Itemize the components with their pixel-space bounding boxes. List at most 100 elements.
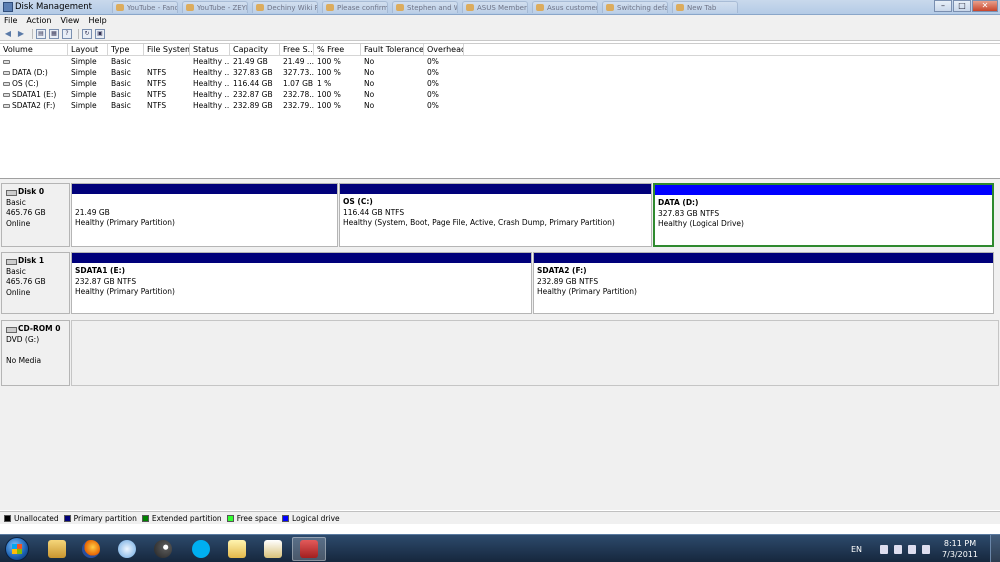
column-header-fault-tolerance[interactable]: Fault Tolerance: [361, 44, 424, 56]
help-icon[interactable]: ?: [62, 28, 72, 39]
legend-item-free-space: Free space: [226, 514, 277, 523]
rescan-disks-icon[interactable]: ▣: [95, 28, 105, 39]
partition-os-c[interactable]: OS (C:) 116.44 GB NTFS Healthy (System, …: [339, 183, 652, 247]
menu-action[interactable]: Action: [26, 15, 51, 27]
disk-management-app-icon: [3, 2, 13, 12]
minimize-button[interactable]: –: [934, 0, 952, 12]
column-header-capacity[interactable]: Capacity: [230, 44, 280, 56]
volume-type: Basic: [111, 68, 131, 77]
back-arrow-icon[interactable]: ◀: [3, 29, 13, 39]
background-browser-tab[interactable]: Asus customer ser...: [532, 1, 598, 13]
menu-view[interactable]: View: [60, 15, 79, 27]
windows-explorer-icon[interactable]: [40, 537, 74, 561]
maximize-button[interactable]: □: [953, 0, 971, 12]
partition-sdata2-f[interactable]: SDATA2 (F:) 232.89 GB NTFS Healthy (Prim…: [533, 252, 994, 314]
steam-icon[interactable]: [146, 537, 180, 561]
volume-type: Basic: [111, 90, 131, 99]
console-tree-icon[interactable]: ▤: [36, 28, 46, 39]
folder-documents-icon[interactable]: [256, 537, 290, 561]
title-bar: Disk Management YouTube - Fanc... YouTub…: [0, 0, 1000, 15]
disk-type: Basic: [6, 266, 26, 276]
background-browser-tab[interactable]: Dechiny Wiki Fan...: [252, 1, 318, 13]
volume-fault-tolerance: No: [364, 90, 375, 99]
volume-layout: Simple: [71, 101, 97, 110]
cdrom-name: CD-ROM 0: [6, 324, 69, 335]
partition-size: 327.83 GB NTFS: [658, 208, 720, 218]
volume-capacity: 21.49 GB: [233, 57, 268, 66]
volume-capacity: 232.87 GB: [233, 90, 273, 99]
partition-size: 21.49 GB: [75, 207, 110, 217]
partition-size: 116.44 GB NTFS: [343, 207, 405, 217]
disk-1-label[interactable]: Disk 1 Basic 465.76 GB Online: [1, 252, 70, 314]
folder-icon[interactable]: [220, 537, 254, 561]
volume-percent-free: 100 %: [317, 68, 341, 77]
firefox-icon[interactable]: [74, 537, 108, 561]
drive-icon: [3, 104, 10, 108]
legend: Unallocated Primary partition Extended p…: [0, 511, 1000, 524]
partition-name: SDATA2 (F:): [537, 266, 587, 275]
partition-status: Healthy (Primary Partition): [537, 287, 637, 296]
column-header-file-system[interactable]: File System: [144, 44, 190, 56]
column-header-percent-free[interactable]: % Free: [314, 44, 361, 56]
background-browser-tab[interactable]: YouTube - ZEYNE...: [182, 1, 248, 13]
background-browser-tab[interactable]: Stephen and Wom...: [392, 1, 458, 13]
skype-icon[interactable]: [184, 537, 218, 561]
menu-help[interactable]: Help: [88, 15, 106, 27]
table-row[interactable]: Simple Basic Healthy ... 21.49 GB 21.49 …: [0, 56, 1000, 67]
column-header-volume[interactable]: Volume: [0, 44, 68, 56]
volume-type: Basic: [111, 101, 131, 110]
volume-name: SDATA1 (E:): [12, 90, 57, 99]
table-row[interactable]: SDATA1 (E:) Simple Basic NTFS Healthy ..…: [0, 89, 1000, 100]
language-indicator[interactable]: EN: [851, 545, 862, 554]
menu-file[interactable]: File: [4, 15, 17, 27]
volume-file-system: NTFS: [147, 79, 167, 88]
network-icon[interactable]: [908, 544, 916, 554]
disk-status: Online: [6, 218, 31, 228]
column-header-overhead[interactable]: Overhead: [424, 44, 464, 56]
show-desktop-button[interactable]: [990, 535, 1000, 562]
column-header-free-space[interactable]: Free S...: [280, 44, 314, 56]
legend-item-extended-partition: Extended partition: [141, 513, 222, 523]
background-browser-tab[interactable]: Switching default ...: [602, 1, 668, 13]
disk-0-label[interactable]: Disk 0 Basic 465.76 GB Online: [1, 183, 70, 247]
column-header-type[interactable]: Type: [108, 44, 144, 56]
disk-name: Disk 1: [6, 256, 69, 267]
volume-status: Healthy ...: [193, 57, 230, 66]
partition-size: 232.87 GB NTFS: [75, 276, 137, 286]
disk-graphical-view: Disk 0 Basic 465.76 GB Online 21.49 GB H…: [0, 178, 1000, 510]
start-button[interactable]: [5, 537, 29, 561]
partition-data-d[interactable]: DATA (D:) 327.83 GB NTFS Healthy (Logica…: [653, 183, 994, 247]
table-row[interactable]: OS (C:) Simple Basic NTFS Healthy ... 11…: [0, 78, 1000, 89]
window-controls: – □ ✕: [933, 0, 998, 13]
window-title: Disk Management: [15, 2, 92, 12]
background-browser-tab[interactable]: YouTube - Fanc...: [112, 1, 178, 13]
disk-management-icon[interactable]: [292, 537, 326, 561]
partition-unlabeled[interactable]: 21.49 GB Healthy (Primary Partition): [71, 183, 338, 247]
volume-icon[interactable]: [922, 544, 930, 554]
properties-icon[interactable]: ▦: [49, 28, 59, 39]
disk-0-row: Disk 0 Basic 465.76 GB Online 21.49 GB H…: [0, 183, 1000, 247]
table-row[interactable]: DATA (D:) Simple Basic NTFS Healthy ... …: [0, 67, 1000, 78]
background-browser-tab[interactable]: ASUS Member Inc...: [462, 1, 528, 13]
background-browser-tab[interactable]: New Tab: [672, 1, 738, 13]
column-header-status[interactable]: Status: [190, 44, 230, 56]
action-center-flag-icon[interactable]: [880, 544, 888, 554]
itunes-icon[interactable]: [110, 537, 144, 561]
legend-label: Extended partition: [151, 513, 222, 523]
volume-overhead: 0%: [427, 90, 439, 99]
cdrom-0-label[interactable]: CD-ROM 0 DVD (G:) No Media: [1, 320, 70, 386]
table-row[interactable]: SDATA2 (F:) Simple Basic NTFS Healthy ..…: [0, 100, 1000, 111]
clock[interactable]: 8:11 PM 7/3/2011: [936, 538, 984, 560]
primary-partition-bar: [72, 253, 531, 263]
volume-type: Basic: [111, 57, 131, 66]
refresh-icon[interactable]: ↻: [82, 28, 92, 39]
column-header-layout[interactable]: Layout: [68, 44, 108, 56]
close-button[interactable]: ✕: [972, 0, 998, 12]
forward-arrow-icon[interactable]: ▶: [16, 29, 26, 39]
partition-name: OS (C:): [343, 197, 373, 206]
power-icon[interactable]: [894, 544, 902, 554]
partition-status: Healthy (Primary Partition): [75, 287, 175, 296]
background-browser-tab[interactable]: Please confirm yo...: [322, 1, 388, 13]
partition-sdata1-e[interactable]: SDATA1 (E:) 232.87 GB NTFS Healthy (Prim…: [71, 252, 532, 314]
taskbar: EN 8:11 PM 7/3/2011: [0, 534, 1000, 562]
